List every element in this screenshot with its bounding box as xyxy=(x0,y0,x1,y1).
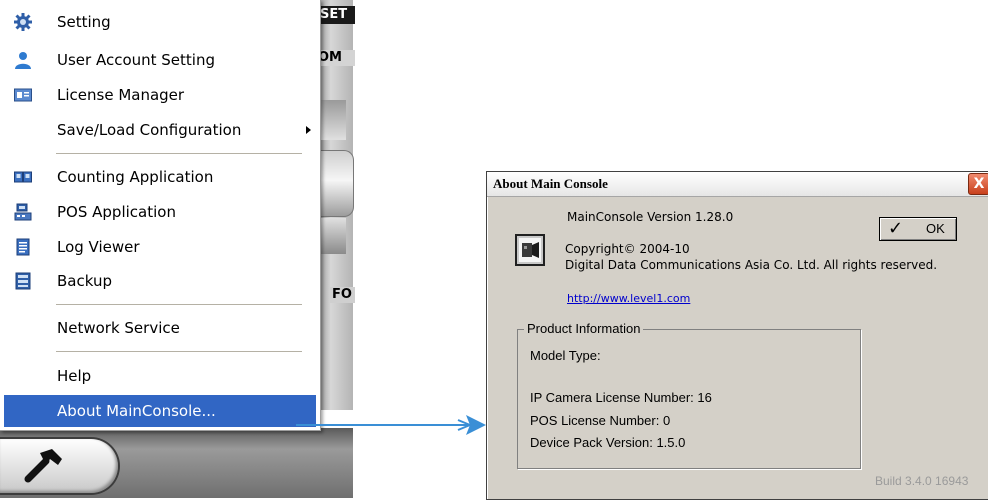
build-text: Build 3.4.0 16943 xyxy=(875,474,969,488)
close-icon: X xyxy=(973,176,985,192)
app-icon xyxy=(515,234,545,266)
dialog-title: About Main Console xyxy=(493,176,608,191)
model-type-text: Model Type: xyxy=(530,348,601,363)
company-text: Digital Data Communications Asia Co. Ltd… xyxy=(565,258,938,272)
close-button[interactable]: X xyxy=(968,173,988,195)
checkmark-icon: ✓ xyxy=(888,218,904,239)
product-information-title: Product Information xyxy=(524,321,644,336)
ok-button[interactable]: ✓ OK xyxy=(879,217,957,241)
dialog-title-bar[interactable]: About Main Console X xyxy=(487,172,988,197)
version-text: MainConsole Version 1.28.0 xyxy=(567,210,734,224)
about-dialog: About Main Console X MainConsole Version… xyxy=(486,171,988,500)
ok-button-label: OK xyxy=(926,221,945,236)
website-link[interactable]: http://www.level1.com xyxy=(567,292,690,305)
copyright-text: Copyright© 2004-10 xyxy=(565,242,690,256)
ip-camera-license-text: IP Camera License Number: 16 xyxy=(530,390,712,405)
device-pack-version-text: Device Pack Version: 1.5.0 xyxy=(530,435,686,450)
pos-license-text: POS License Number: 0 xyxy=(530,413,671,428)
